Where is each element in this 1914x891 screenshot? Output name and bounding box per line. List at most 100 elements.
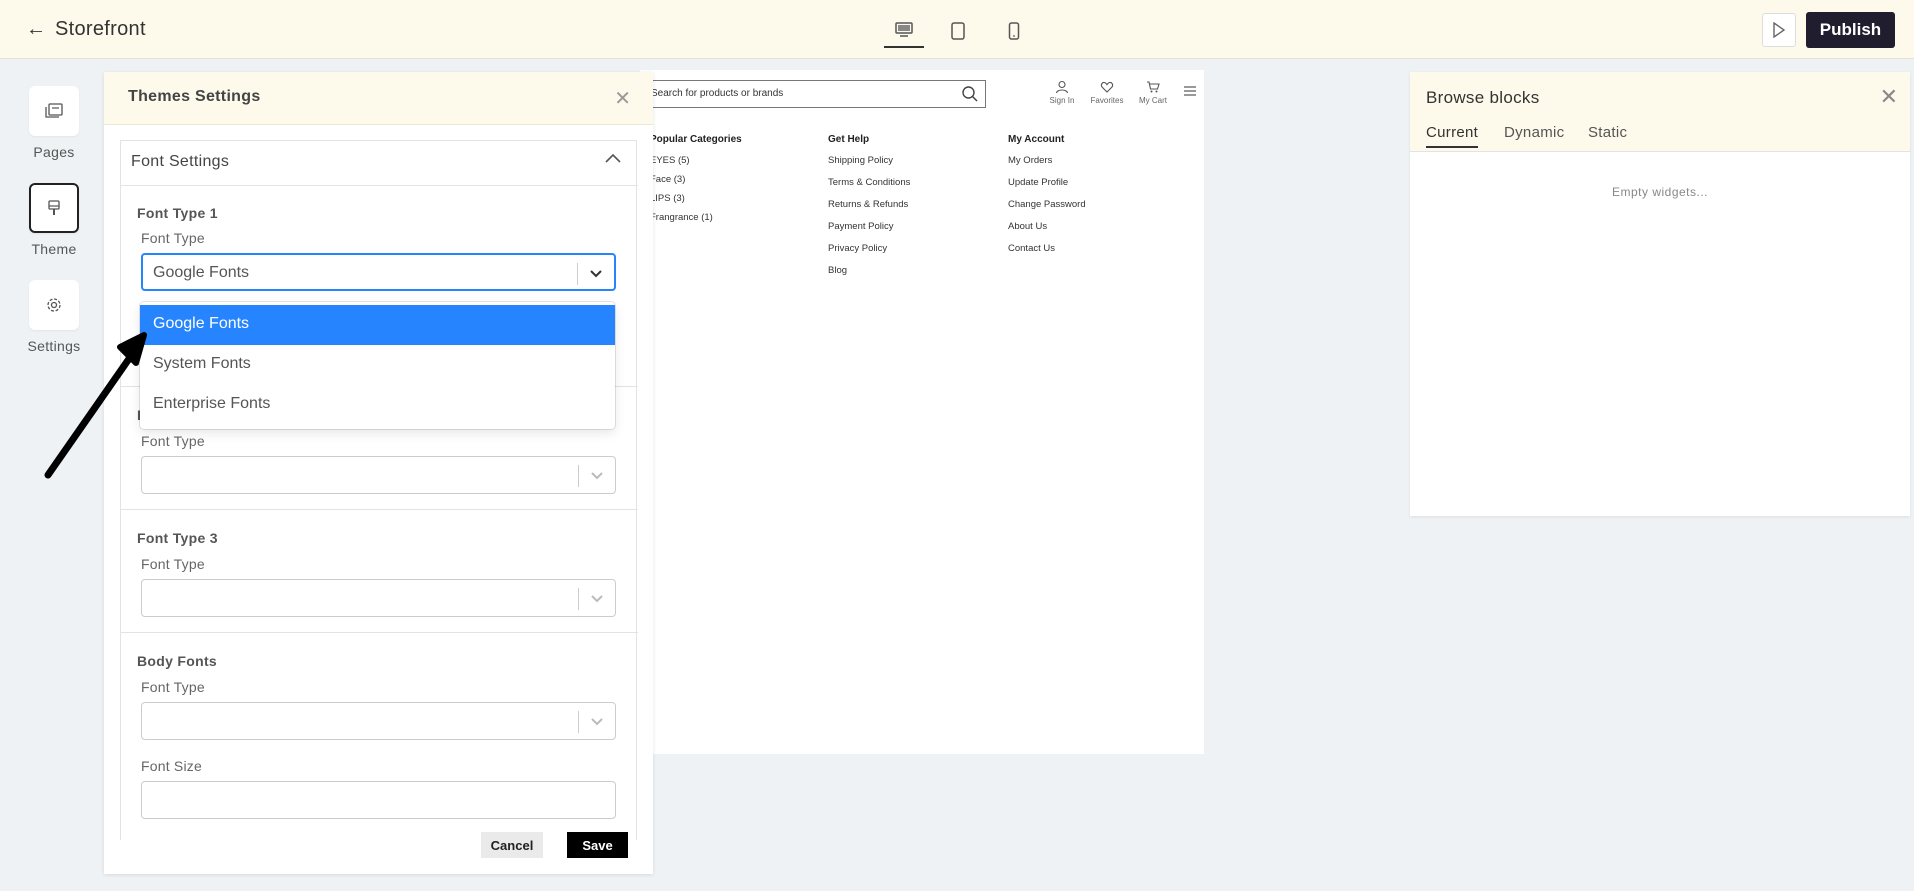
save-button[interactable]: Save: [567, 832, 628, 858]
browse-blocks-title: Browse blocks: [1426, 88, 1540, 107]
footer-link[interactable]: Update Profile: [1008, 177, 1086, 188]
favorites-label: Favorites: [1090, 96, 1124, 105]
browse-blocks-panel: Browse blocks ✕ Current Dynamic Static E…: [1410, 72, 1910, 516]
footer-link[interactable]: EYES (5): [650, 155, 742, 166]
pages-icon: [45, 103, 63, 118]
footer-link[interactable]: Frangrance (1): [650, 212, 742, 223]
rail-theme-box: [29, 183, 79, 233]
chevron-down-icon[interactable]: [589, 591, 605, 605]
themes-settings-header: Themes Settings ✕: [104, 72, 653, 125]
rail-pages-box: [29, 86, 79, 136]
chevron-up-icon[interactable]: [604, 151, 622, 165]
divider: [121, 632, 638, 633]
footer-link[interactable]: Shipping Policy: [828, 155, 910, 166]
tab-divider: [1410, 151, 1910, 152]
sign-in-link[interactable]: Sign In: [1046, 80, 1078, 105]
themes-settings-title: Themes Settings: [128, 88, 261, 105]
divider: [121, 185, 638, 186]
font-settings-card: Font Settings Font Type 1 Font Type Goog…: [120, 140, 638, 840]
footer-link[interactable]: Privacy Policy: [828, 243, 910, 254]
themes-settings-panel: Themes Settings ✕ Font Settings Font Typ…: [104, 72, 653, 874]
footer-link[interactable]: Change Password: [1008, 199, 1086, 210]
chevron-down-icon[interactable]: [589, 468, 605, 482]
footer-col-title: Popular Categories: [650, 134, 742, 145]
my-cart-label: My Cart: [1139, 96, 1167, 105]
font-size-input[interactable]: [141, 781, 616, 819]
paint-brush-icon: [48, 200, 60, 215]
search-icon[interactable]: [961, 85, 979, 103]
dropdown-option-system-fonts[interactable]: System Fonts: [140, 345, 615, 385]
rail-label-pages: Pages: [33, 144, 75, 160]
footer-link[interactable]: Face (3): [650, 174, 742, 185]
menu-lines-icon: [1184, 86, 1196, 96]
dropdown-option-google-fonts[interactable]: Google Fonts: [140, 305, 615, 345]
cart-icon: [1147, 81, 1160, 93]
body-fonts-field-label: Font Type: [141, 679, 205, 695]
footer-link[interactable]: About Us: [1008, 221, 1086, 232]
footer-link[interactable]: Contact Us: [1008, 243, 1086, 254]
footer-get-help: Get Help Shipping Policy Terms & Conditi…: [828, 134, 910, 287]
select-separator: [578, 588, 579, 610]
close-icon[interactable]: ✕: [1880, 84, 1898, 110]
rail-item-theme[interactable]: Theme: [21, 183, 87, 257]
font-type-3-select[interactable]: [141, 579, 616, 617]
hamburger-menu-icon[interactable]: [1183, 86, 1197, 98]
select-separator: [578, 465, 579, 487]
preview-search-placeholder: Search for products or brands: [651, 88, 784, 99]
dropdown-option-enterprise-fonts[interactable]: Enterprise Fonts: [140, 385, 615, 425]
font-type-1-value: Google Fonts: [153, 264, 250, 281]
tablet-view-button[interactable]: [938, 14, 978, 48]
footer-popular-categories: Popular Categories EYES (5) Face (3) LIP…: [650, 134, 742, 231]
mobile-icon: [1008, 22, 1020, 40]
my-cart-link[interactable]: My Cart: [1136, 80, 1170, 105]
tab-current[interactable]: Current: [1426, 124, 1479, 148]
heart-icon: [1100, 81, 1114, 93]
font-settings-title: Font Settings: [131, 153, 230, 170]
rail-item-pages[interactable]: Pages: [21, 86, 87, 160]
body-fonts-title: Body Fonts: [137, 653, 217, 669]
footer-col-title: My Account: [1008, 134, 1065, 145]
cancel-button[interactable]: Cancel: [481, 832, 543, 858]
preview-play-button[interactable]: [1762, 13, 1796, 47]
font-type-1-title: Font Type 1: [137, 205, 218, 221]
play-icon: [1773, 22, 1786, 38]
desktop-view-button[interactable]: [884, 14, 924, 48]
font-type-3-title: Font Type 3: [137, 530, 218, 546]
select-separator: [578, 711, 579, 733]
font-type-2-select[interactable]: [141, 456, 616, 494]
user-icon: [1055, 80, 1069, 94]
close-icon[interactable]: ✕: [614, 86, 631, 111]
tab-dynamic[interactable]: Dynamic: [1504, 124, 1564, 146]
footer-link[interactable]: Terms & Conditions: [828, 177, 910, 188]
chevron-down-icon[interactable]: [589, 714, 605, 728]
footer-link[interactable]: Blog: [828, 265, 910, 276]
footer-my-account: My Account My Orders Update Profile Chan…: [1008, 134, 1086, 265]
chevron-down-icon[interactable]: [588, 266, 604, 280]
footer-link[interactable]: Payment Policy: [828, 221, 910, 232]
tab-static[interactable]: Static: [1588, 124, 1627, 146]
select-separator: [577, 263, 578, 285]
mobile-view-button[interactable]: [994, 14, 1034, 48]
font-type-1-field-label: Font Type: [141, 230, 205, 246]
annotation-arrow-icon: [44, 332, 147, 479]
publish-button[interactable]: Publish: [1806, 12, 1895, 48]
desktop-icon: [895, 22, 913, 37]
footer-link[interactable]: Returns & Refunds: [828, 199, 910, 210]
font-type-dropdown-menu: Google Fonts System Fonts Enterprise Fon…: [140, 302, 615, 429]
font-size-label: Font Size: [141, 758, 202, 774]
font-type-3-field-label: Font Type: [141, 556, 205, 572]
app-title: Storefront: [55, 18, 146, 40]
footer-col-title: Get Help: [828, 134, 870, 145]
storefront-preview: Search for products or brands Sign In Fa…: [640, 70, 1204, 754]
top-bar: ← Storefront Publish: [0, 0, 1914, 59]
sign-in-label: Sign In: [1049, 96, 1075, 105]
tablet-icon: [951, 22, 965, 40]
empty-widgets-text: Empty widgets...: [1611, 185, 1709, 199]
footer-link[interactable]: My Orders: [1008, 155, 1086, 166]
preview-search-input[interactable]: Search for products or brands: [640, 80, 986, 108]
favorites-link[interactable]: Favorites: [1088, 80, 1126, 105]
footer-link[interactable]: LIPS (3): [650, 193, 742, 204]
body-fonts-select[interactable]: [141, 702, 616, 740]
font-type-1-select[interactable]: Google Fonts: [141, 253, 616, 291]
back-arrow-icon[interactable]: ←: [26, 16, 46, 42]
